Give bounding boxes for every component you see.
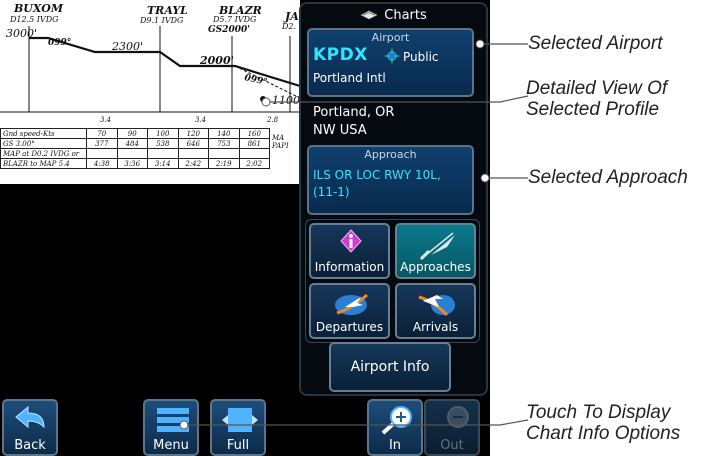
callout-touch-display: Touch To Display Chart Info Options — [526, 402, 680, 444]
callout-touch-display-line-1: Touch To Display — [526, 402, 671, 423]
callout-detailed-view: Detailed View Of Selected Profile — [526, 78, 667, 120]
callout-leaders — [179, 39, 529, 430]
callout-detailed-view-line-1: Detailed View Of — [526, 78, 668, 99]
callout-touch-display-line-2: Chart Info Options — [526, 423, 681, 444]
callout-selected-approach: Selected Approach — [528, 167, 688, 188]
callout-selected-airport: Selected Airport — [528, 33, 663, 54]
callout-detailed-view-line-2: Selected Profile — [526, 99, 660, 120]
